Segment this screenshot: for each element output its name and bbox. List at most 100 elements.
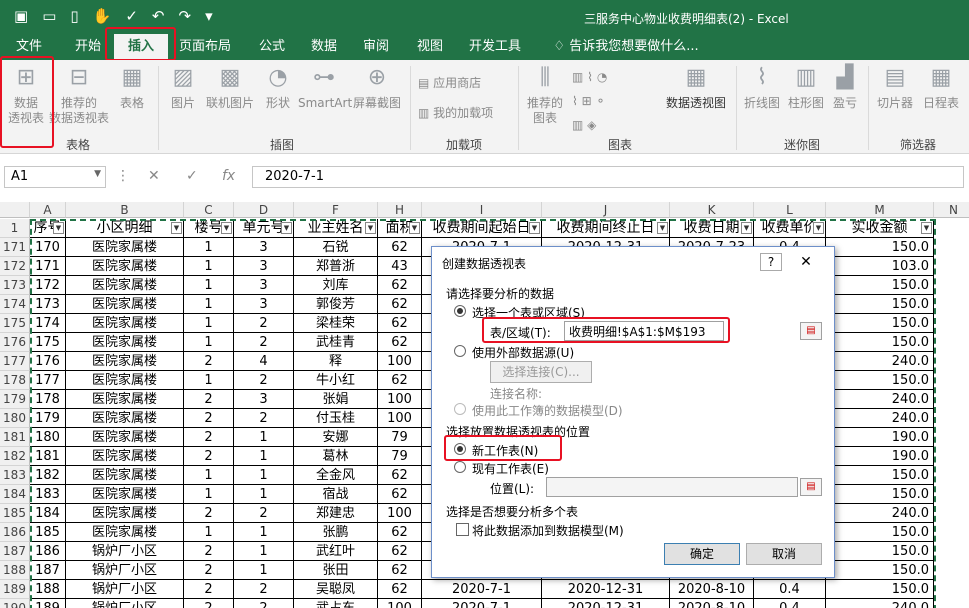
row-header[interactable]: 178 bbox=[0, 371, 30, 390]
existing-sheet-radio[interactable] bbox=[454, 461, 466, 473]
column-header[interactable]: J bbox=[542, 202, 670, 218]
choose-connection-button[interactable]: 选择连接(C)... bbox=[490, 361, 592, 383]
tell-me-box[interactable]: ♢ 告诉我您想要做什么... bbox=[546, 34, 706, 60]
row-header[interactable]: 182 bbox=[0, 447, 30, 466]
insert-function-button[interactable]: fx bbox=[222, 168, 235, 184]
screenshot-button[interactable]: ⊕ 屏幕截图 bbox=[350, 62, 404, 111]
sparkline-winloss-icon: ▟ bbox=[836, 65, 854, 90]
app-store-button[interactable]: ▤ 应用商店 bbox=[418, 74, 481, 91]
row-header[interactable]: 172 bbox=[0, 257, 30, 276]
row-header[interactable]: 175 bbox=[0, 314, 30, 333]
row-header[interactable]: 174 bbox=[0, 295, 30, 314]
sparkline-winloss-button[interactable]: ▟ 盈亏 bbox=[828, 62, 862, 111]
select-all-corner[interactable] bbox=[0, 202, 30, 218]
pivot-chart-icon: ▦ bbox=[685, 65, 707, 90]
formula-input[interactable]: 2020-7-1 bbox=[252, 166, 964, 188]
external-source-radio[interactable] bbox=[454, 345, 466, 357]
row-header[interactable]: 176 bbox=[0, 333, 30, 352]
app-store-label: 应用商店 bbox=[433, 76, 482, 90]
recommended-charts-button[interactable]: ⫼ 推荐的 图表 bbox=[524, 62, 566, 126]
column-header[interactable]: N bbox=[934, 202, 969, 218]
sparkline-column-icon: ▥ bbox=[795, 65, 817, 90]
touch-mode-icon[interactable]: ✋ bbox=[93, 7, 112, 25]
add-to-model-checkbox[interactable] bbox=[456, 523, 469, 536]
column-header[interactable]: D bbox=[234, 202, 294, 218]
online-pictures-button[interactable]: ▩ 联机图片 bbox=[204, 62, 256, 111]
shapes-button[interactable]: ◔ 形状 bbox=[260, 62, 296, 111]
row-header[interactable]: 177 bbox=[0, 352, 30, 371]
location-collapse-icon[interactable]: ▤ bbox=[800, 478, 822, 496]
row-header[interactable]: 1 bbox=[0, 219, 30, 238]
help-button[interactable]: ? bbox=[760, 253, 782, 271]
row-header[interactable]: 179 bbox=[0, 390, 30, 409]
spelling-icon[interactable]: ✓ bbox=[125, 7, 138, 25]
row-header[interactable]: 186 bbox=[0, 523, 30, 542]
recommended-pivot-button[interactable]: ⊟ 推荐的 数据透视表 bbox=[48, 62, 110, 126]
column-header[interactable]: K bbox=[670, 202, 754, 218]
chevron-down-icon[interactable]: ▼ bbox=[94, 169, 101, 179]
column-header[interactable]: A bbox=[30, 202, 66, 218]
cancel-button[interactable]: 取消 bbox=[746, 543, 822, 565]
row-header[interactable]: 184 bbox=[0, 485, 30, 504]
group-filters-label: 筛选器 bbox=[900, 138, 937, 152]
highlight-range bbox=[482, 317, 730, 343]
row-header[interactable]: 188 bbox=[0, 561, 30, 580]
timeline-button[interactable]: ▦ 日程表 bbox=[918, 62, 964, 111]
tab-developer[interactable]: 开发工具 bbox=[462, 34, 528, 60]
column-chart-gallery[interactable]: ▥ ⌇ ◔ bbox=[572, 70, 607, 84]
row-header[interactable]: 189 bbox=[0, 580, 30, 599]
tab-data[interactable]: 数据 bbox=[302, 34, 346, 60]
pictures-label: 图片 bbox=[170, 96, 195, 110]
close-button[interactable]: ✕ bbox=[784, 251, 828, 273]
column-header[interactable]: I bbox=[422, 202, 542, 218]
slicer-button[interactable]: ▤ 切片器 bbox=[872, 62, 918, 111]
undo-icon[interactable]: ↶ bbox=[152, 7, 165, 25]
row-header[interactable]: 180 bbox=[0, 409, 30, 428]
row-header[interactable]: 171 bbox=[0, 238, 30, 257]
name-box[interactable]: A1 ▼ bbox=[4, 166, 106, 188]
enter-icon[interactable]: ✓ bbox=[186, 168, 198, 184]
new-icon[interactable]: ▯ bbox=[70, 7, 78, 25]
column-header[interactable]: C bbox=[184, 202, 234, 218]
tab-view[interactable]: 视图 bbox=[408, 34, 452, 60]
row-header[interactable]: 190 bbox=[0, 599, 30, 608]
column-header[interactable]: F bbox=[294, 202, 378, 218]
my-addins-button[interactable]: ▥ 我的加载项 bbox=[418, 104, 493, 121]
pivot-chart-button[interactable]: ▦ 数据透视图 bbox=[660, 62, 732, 111]
table-button[interactable]: ▦ 表格 bbox=[114, 62, 150, 111]
tab-page-layout[interactable]: 页面布局 bbox=[172, 34, 238, 60]
cancel-icon[interactable]: ✕ bbox=[148, 168, 160, 184]
pictures-button[interactable]: ▨ 图片 bbox=[166, 62, 200, 111]
row-header[interactable]: 173 bbox=[0, 276, 30, 295]
select-range-radio[interactable] bbox=[454, 305, 466, 317]
column-header[interactable]: B bbox=[66, 202, 184, 218]
sparkline-line-button[interactable]: ⌇ 折线图 bbox=[740, 62, 784, 111]
create-pivot-table-dialog: 创建数据透视表 ? ✕ 请选择要分析的数据 选择一个表或区域(S) 表/区域(T… bbox=[431, 246, 835, 578]
ok-button[interactable]: 确定 bbox=[664, 543, 740, 565]
row-header[interactable]: 187 bbox=[0, 542, 30, 561]
combo-chart-gallery[interactable]: ▥ ◈ bbox=[572, 118, 596, 132]
smartart-button[interactable]: ⊶ SmartArt bbox=[298, 62, 352, 111]
row-header[interactable]: 185 bbox=[0, 504, 30, 523]
tab-formulas[interactable]: 公式 bbox=[250, 34, 294, 60]
sparkline-column-button[interactable]: ▥ 柱形图 bbox=[784, 62, 828, 111]
range-collapse-icon[interactable]: ▤ bbox=[800, 322, 822, 340]
timeline-icon: ▦ bbox=[930, 65, 952, 90]
column-header[interactable]: M bbox=[826, 202, 934, 218]
column-header[interactable]: L bbox=[754, 202, 826, 218]
open-icon[interactable]: ▭ bbox=[42, 7, 56, 25]
redo-icon[interactable]: ↷ bbox=[178, 7, 191, 25]
row-header[interactable]: 181 bbox=[0, 428, 30, 447]
recommended-charts-label: 推荐的 图表 bbox=[526, 96, 563, 125]
quick-access-toolbar: ▣ ▭ ▯ ✋ ✓ ↶ ↷ ▾ bbox=[14, 7, 213, 25]
shapes-label: 形状 bbox=[265, 96, 290, 110]
location-input[interactable] bbox=[546, 477, 798, 497]
column-header[interactable]: H bbox=[378, 202, 422, 218]
recommended-charts-icon: ⫼ bbox=[539, 65, 551, 90]
data-model-radio[interactable] bbox=[454, 403, 466, 415]
tab-review[interactable]: 审阅 bbox=[354, 34, 398, 60]
save-icon[interactable]: ▣ bbox=[14, 7, 28, 25]
row-header[interactable]: 183 bbox=[0, 466, 30, 485]
line-chart-gallery[interactable]: ⌇ ⊞ ⚬ bbox=[572, 94, 606, 108]
customize-qat-icon[interactable]: ▾ bbox=[205, 7, 213, 25]
